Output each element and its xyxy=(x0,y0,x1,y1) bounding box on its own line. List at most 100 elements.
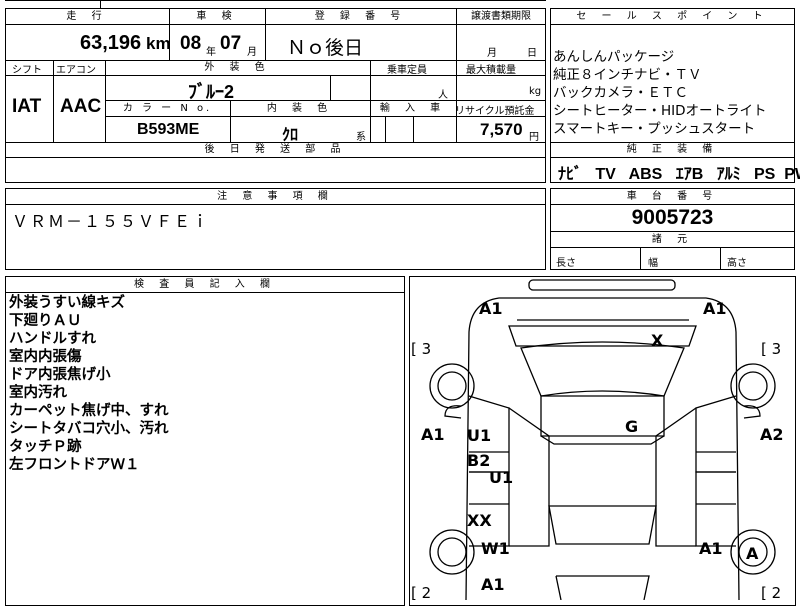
registration-value: Ｎｏ後日 xyxy=(287,37,364,59)
exterior-color-value: ﾌﾞﾙｰ2 xyxy=(188,82,235,102)
exterior-color-label: 外 装 色 xyxy=(204,62,271,73)
person-unit: 人 xyxy=(438,90,448,101)
chassis-divider xyxy=(550,231,795,232)
trunk-outline xyxy=(555,575,650,600)
inspector-notes: 外装うすい線キズ 下廻りＡＵ ハンドルすれ 室内内張傷 ドア内張焦げ小 室内汚れ… xyxy=(9,294,169,474)
dims-header: 諸 元 xyxy=(651,234,694,245)
inspection-month: 07 xyxy=(220,33,242,54)
inspection-year: 08 xyxy=(180,33,202,54)
equipment-item: TV xyxy=(595,166,616,183)
car-diagram: A1 A1 X A1 A2 G U1 B2 U1 XX W1 A1 A A1 [… xyxy=(411,279,784,600)
list-item: タッチＰ跡 xyxy=(9,439,82,455)
inspection-label: 車 検 xyxy=(196,11,238,22)
equipment-item: ABS xyxy=(628,166,663,183)
bracket-right-top: [ 3 xyxy=(761,340,781,358)
bracket-left-bottom: [ 2 xyxy=(411,584,431,600)
color-no-value: B593ME xyxy=(137,121,200,138)
windshield-outline xyxy=(520,341,685,397)
interior-color-label: 内 装 色 xyxy=(266,103,334,114)
month-unit: 月 xyxy=(247,47,257,58)
col-divider xyxy=(413,116,414,142)
mark-g-center: G xyxy=(625,417,638,436)
sales-divider xyxy=(550,157,795,158)
import-label: 輸 入 車 xyxy=(379,103,447,114)
hood-outline xyxy=(508,325,697,347)
year-unit: 年 xyxy=(206,47,216,58)
recycle-value: 7,570 xyxy=(480,120,523,139)
list-item: シートヒーター・HIDオートライト xyxy=(553,103,767,119)
sales-points-header: セ ー ル ス ポ イ ン ト xyxy=(576,11,769,22)
interior-color-value: ｸﾛ xyxy=(282,127,299,144)
mark-x-roof: X xyxy=(651,331,664,350)
mileage-unit: km xyxy=(146,34,171,53)
capacity-label: 乗車定員 xyxy=(387,65,427,76)
list-item: ドア内張焦げ小 xyxy=(9,367,111,383)
equipment-list: ﾅﾋﾞ TV ABS ｴｱB ｱﾙﾐ PS PW xyxy=(558,160,800,184)
mark-b2-left: B2 xyxy=(467,451,490,470)
mark-a1-tr: A1 xyxy=(703,299,727,318)
right-rear-door xyxy=(695,471,736,547)
cropped-divider xyxy=(100,0,101,8)
interior-suffix: 系 xyxy=(356,132,366,143)
mark-w1-left: W1 xyxy=(481,539,510,558)
chassis-number: 9005723 xyxy=(631,206,714,229)
roof-outline xyxy=(540,395,665,437)
rear-left-wheel xyxy=(429,529,475,575)
list-item: 外装うすい線キズ xyxy=(9,295,125,311)
max-load-label: 最大積載量 xyxy=(466,65,516,76)
mark-a1-lower-right: A1 xyxy=(699,539,723,558)
mark-u1-mid: U1 xyxy=(489,468,513,487)
equipment-item: ｱﾙﾐ xyxy=(716,166,741,183)
chassis-col-divider xyxy=(640,247,641,270)
bracket-left-top: [ 3 xyxy=(411,340,431,358)
roof-rear-line xyxy=(540,435,665,445)
list-item: 左フロントドアＷ１ xyxy=(9,457,140,473)
left-interior-panel xyxy=(508,407,550,547)
list-item: 室内汚れ xyxy=(9,385,67,401)
transfer-label: 譲渡書類期限 xyxy=(471,11,531,22)
chassis-divider xyxy=(550,247,795,248)
mark-a1-left: A1 xyxy=(421,425,445,444)
list-item: 下廻りＡＵ xyxy=(9,313,82,329)
notes-header: 注 意 事 項 欄 xyxy=(217,191,334,202)
right-front-door xyxy=(695,395,737,473)
row-divider xyxy=(105,100,546,101)
list-item: スマートキー・プッシュスタート xyxy=(553,121,756,137)
row-divider xyxy=(5,157,546,158)
col-divider xyxy=(385,116,386,142)
shift-value: IAT xyxy=(12,96,42,117)
notes-text: ＶＲＭ－１５５ＶＦＥｉ xyxy=(12,212,211,231)
mark-a1-bottom: A1 xyxy=(481,575,505,594)
list-item: あんしんパッケージ xyxy=(553,49,675,65)
later-parts-label: 後 日 発 送 部 品 xyxy=(204,144,347,155)
recycle-label: リサイクル預託金 xyxy=(455,106,535,117)
length-label: 長さ xyxy=(556,258,576,269)
col-divider xyxy=(53,60,54,142)
sales-divider xyxy=(550,24,795,25)
transfer-month-unit: 月 xyxy=(487,48,497,59)
front-right-wheel xyxy=(730,363,776,409)
chassis-col-divider xyxy=(720,247,721,270)
bracket-right-bottom: [ 2 xyxy=(761,584,781,600)
inspector-header: 検 査 員 記 入 欄 xyxy=(134,279,276,290)
width-label: 幅 xyxy=(648,258,658,269)
equipment-item: ｴｱB xyxy=(675,166,704,183)
list-item: バックカメラ・ＥＴＣ xyxy=(553,85,688,101)
mileage-value: 63,196 xyxy=(80,32,142,54)
equipment-item: PS xyxy=(753,166,776,183)
height-label: 高さ xyxy=(727,258,747,269)
registration-label: 登 録 番 号 xyxy=(314,11,407,22)
front-bumper-outline xyxy=(528,279,676,291)
list-item: 室内内張傷 xyxy=(9,349,82,365)
sales-points-list: あんしんパッケージ 純正８インチナビ・ＴＶ バックカメラ・ＥＴＣ シートヒーター… xyxy=(553,48,767,138)
row-divider xyxy=(5,24,546,25)
mark-xx-left: XX xyxy=(467,511,492,530)
equipment-header: 純 正 装 備 xyxy=(626,144,719,155)
list-item: ハンドルすれ xyxy=(9,331,96,347)
transfer-day-unit: 日 xyxy=(527,48,537,59)
list-item: 純正８インチナビ・ＴＶ xyxy=(553,67,702,83)
col-divider xyxy=(330,75,331,100)
rear-window-outline xyxy=(548,505,657,545)
notes-divider xyxy=(5,204,546,205)
aircon-value: AAC xyxy=(60,96,102,117)
